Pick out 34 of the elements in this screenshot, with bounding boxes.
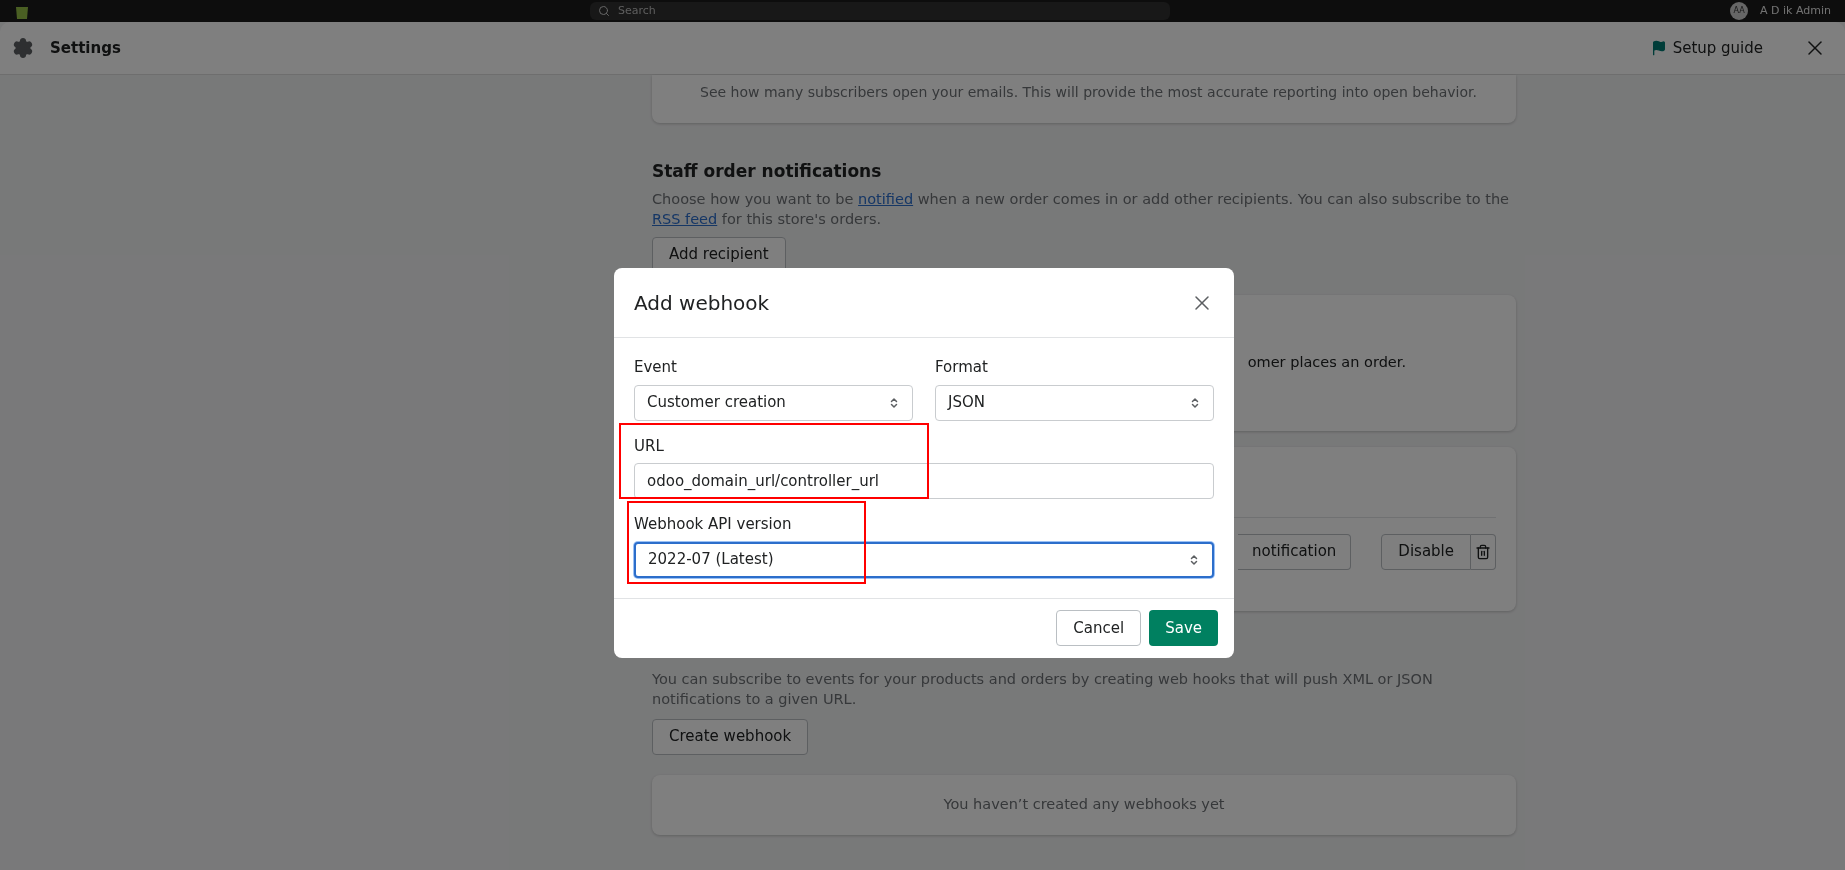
section-description: Choose how you want to be notified when a new order comes in or add other recipients. You can also subscribe to the RSS feed for this store's orders. (652, 189, 1511, 229)
section-description: You can subscribe to events for your products and orders by creating web hooks that will push XML or JSON notifications to a given URL. (652, 669, 1434, 709)
field-label: Format (935, 357, 989, 378)
search-field[interactable]: Search (590, 2, 1170, 20)
delete-button[interactable] (1471, 533, 1496, 570)
description-text: See how many subscribers open your emails. This will provide the most accurate reporting into open behavior. (700, 83, 1477, 102)
field-label: URL (634, 435, 665, 457)
flag-icon (1650, 40, 1667, 56)
empty-state-text: You haven’t created any webhooks yet (943, 794, 1225, 814)
field-label: Webhook API version (634, 514, 793, 535)
user-name[interactable]: A D ik Admin (1760, 2, 1831, 20)
text-link[interactable]: RSS feed (652, 210, 718, 227)
card-text: omer places an order. (1247, 352, 1406, 372)
select-field[interactable]: Customer creation (634, 384, 913, 421)
avatar[interactable]: AA (1730, 2, 1749, 20)
disable-button[interactable]: Disable (1381, 533, 1471, 570)
select-field[interactable]: JSON (935, 384, 1214, 421)
section-heading: Staff order notifications (652, 160, 883, 183)
save-button[interactable]: Save (1149, 610, 1218, 647)
updown-icon (888, 396, 900, 409)
updown-icon (1188, 553, 1200, 566)
field-label: Event (634, 357, 678, 378)
updown-icon (1189, 396, 1201, 409)
create-webhook-button[interactable]: Create webhook (652, 718, 809, 755)
search-icon (598, 5, 610, 17)
select-field[interactable]: 2022-07 (Latest) (634, 541, 1214, 578)
setup-guide-button[interactable]: Setup guide (1650, 36, 1763, 60)
page-title: Settings (50, 37, 121, 59)
text-link[interactable]: notified (858, 190, 914, 207)
modal-title: Add webhook (634, 289, 770, 317)
cancel-button[interactable]: Cancel (1056, 610, 1142, 647)
settings-icon (12, 37, 34, 59)
notification-button[interactable]: notification (1238, 533, 1352, 570)
trash-icon (1475, 543, 1491, 560)
